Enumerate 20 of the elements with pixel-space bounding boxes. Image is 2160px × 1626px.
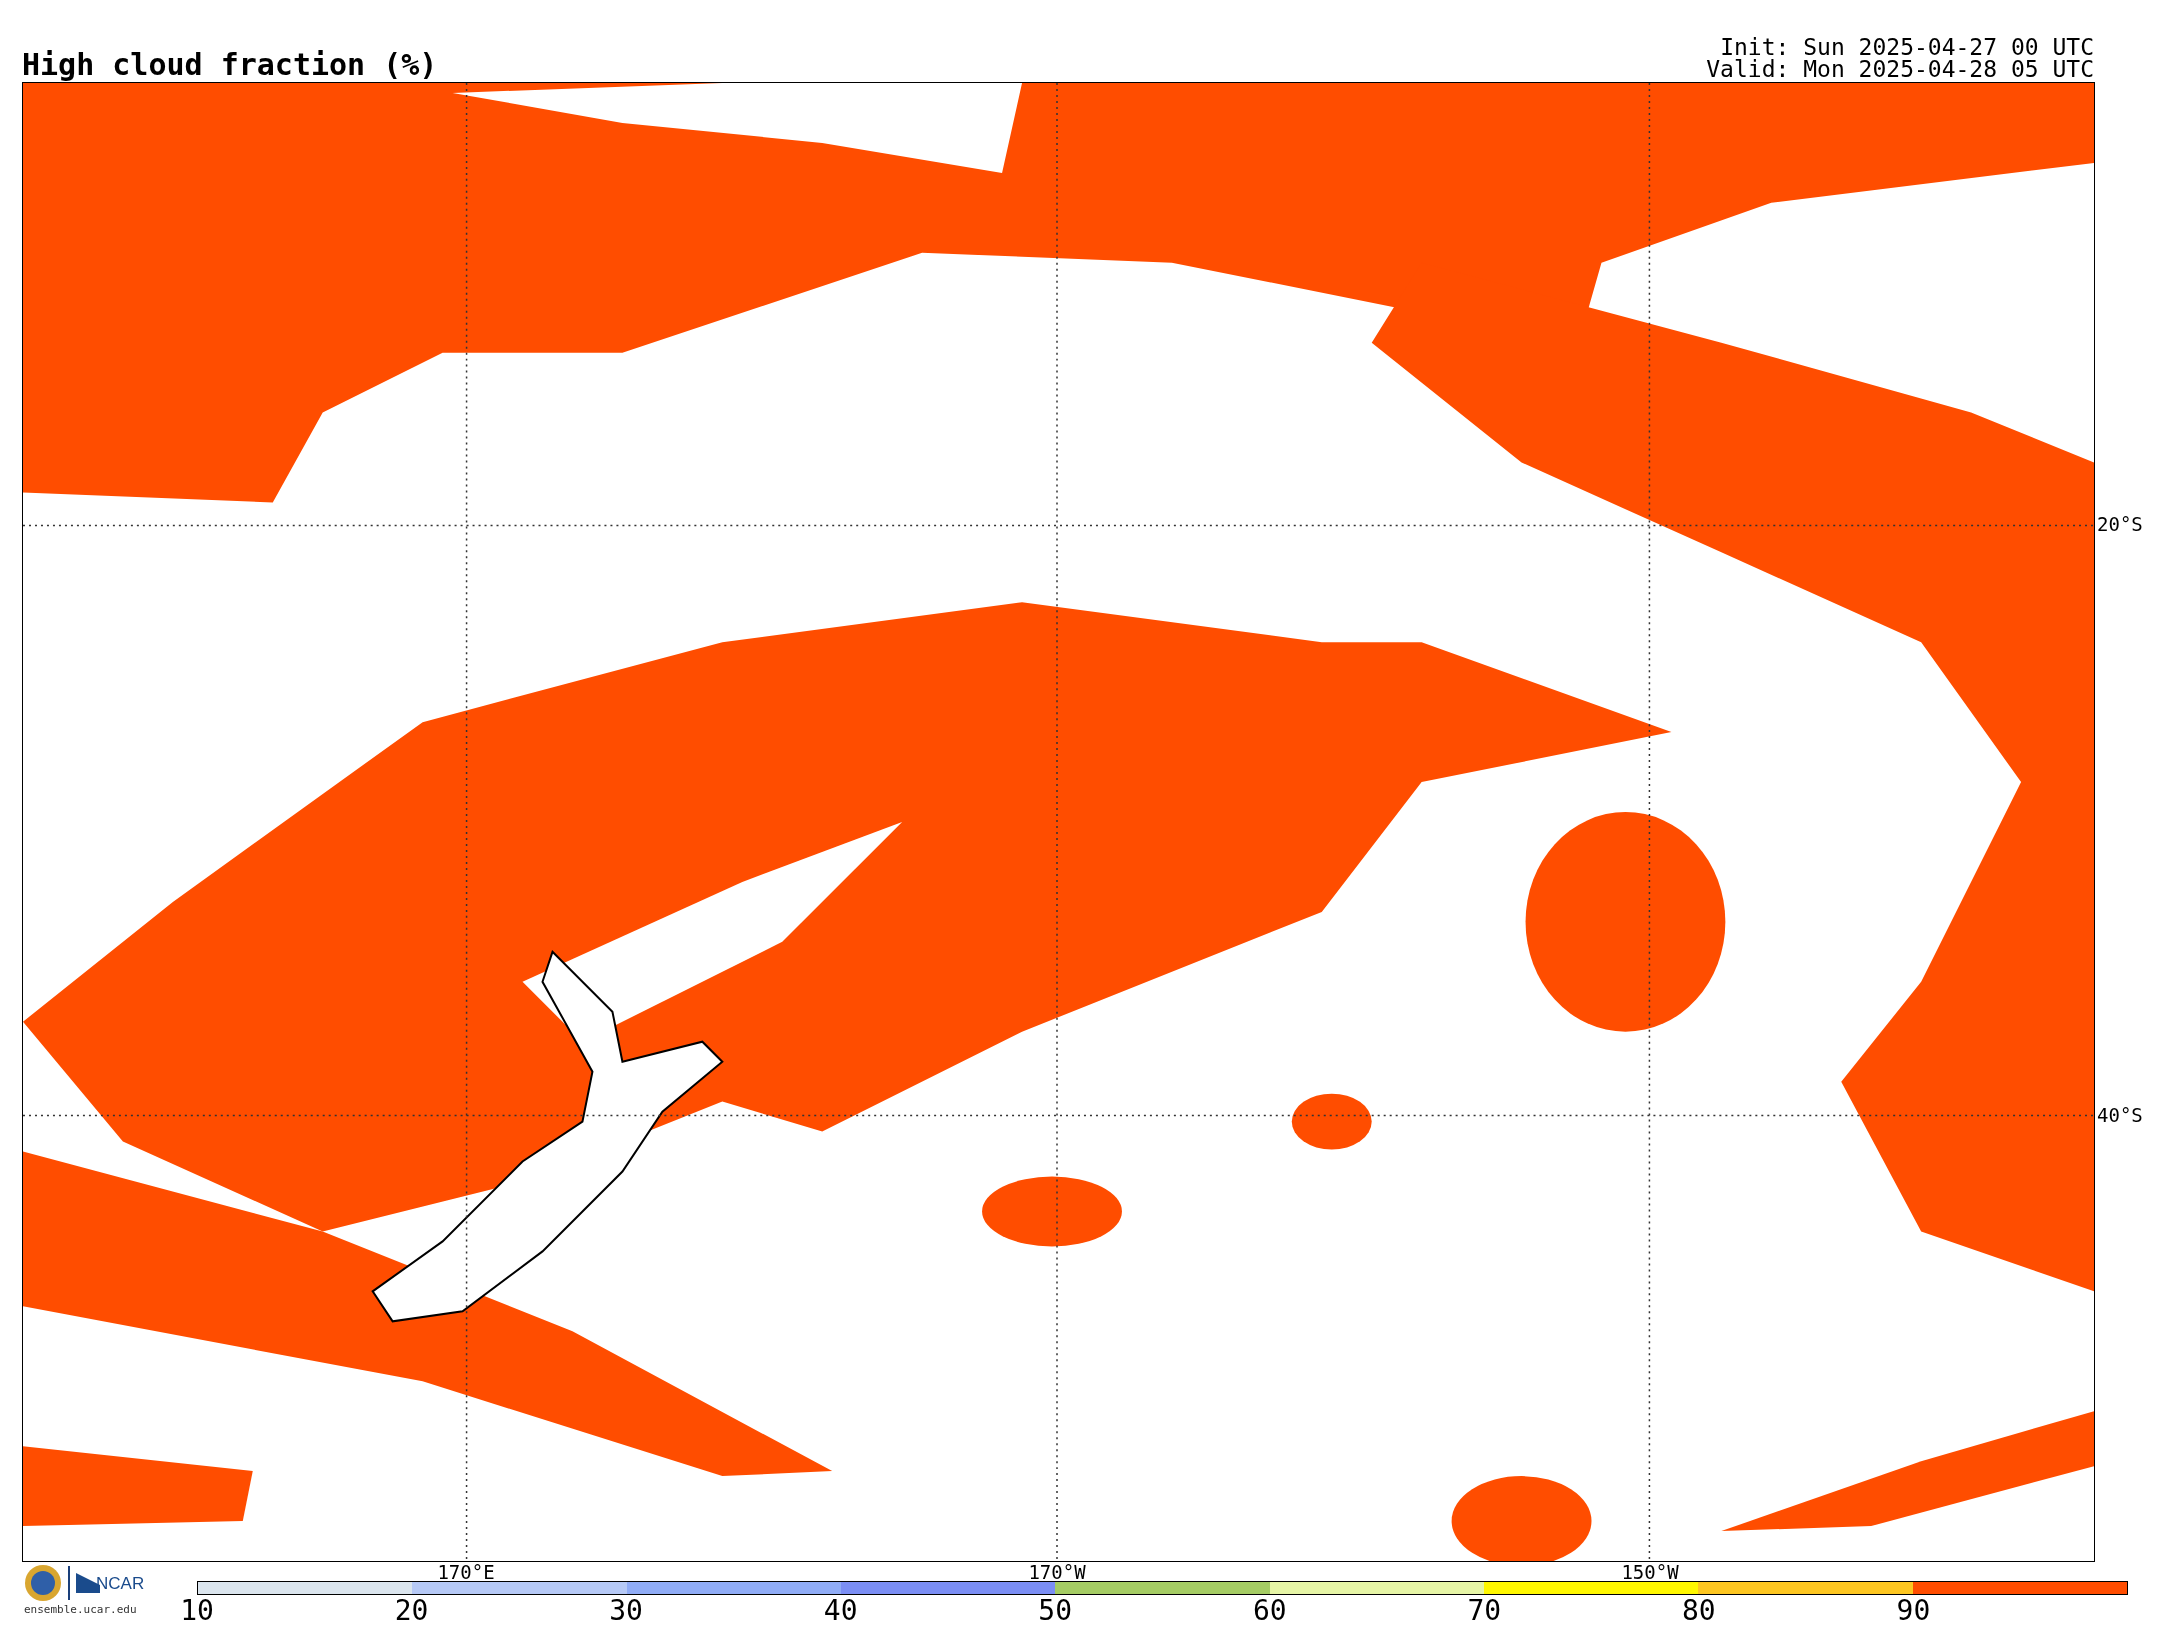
tick-label: 60 [1252,1597,1287,1625]
longitude-label: 170°W [1028,1563,1086,1582]
latitude-label: 20°S [2097,515,2143,534]
valid-time: Valid: Mon 2025-04-28 05 UTC [1706,58,2094,80]
tick-label: 50 [1038,1597,1073,1625]
tick-label: 20 [394,1597,429,1625]
tick-label: 70 [1467,1597,1502,1625]
latitude-label: 40°S [2097,1106,2143,1125]
tick-label: 10 [180,1597,214,1625]
site-address: ensemble.ucar.edu [24,1604,137,1615]
tick-label: 30 [609,1597,643,1625]
chart-title: High cloud fraction (%) [22,50,438,80]
init-time: Init: Sun 2025-04-27 00 UTC [1720,36,2094,58]
longitude-label: 150°W [1621,1563,1679,1582]
logo-text: NCAR [96,1574,145,1592]
tick-label: 40 [823,1597,858,1625]
longitude-label: 170°E [437,1563,495,1582]
seal-logo-icon [24,1564,62,1602]
tick-label: 80 [1682,1597,1716,1625]
tick-label: 90 [1896,1597,1931,1625]
